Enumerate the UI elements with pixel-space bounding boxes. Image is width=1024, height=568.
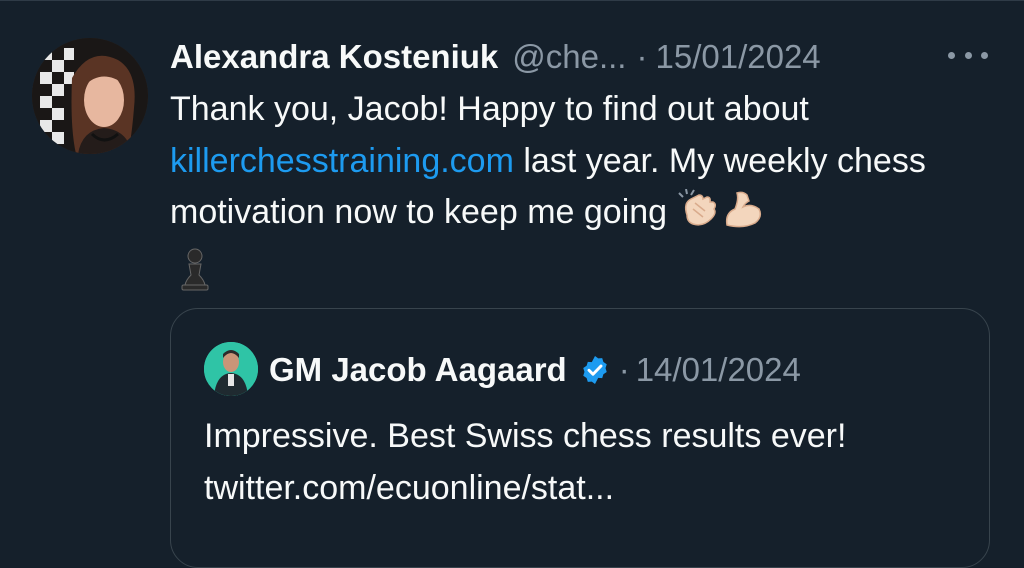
clapping-hands-icon — [677, 188, 721, 245]
quoted-tweet[interactable]: GM Jacob Aagaard · 14/01/2024 Impressive… — [170, 308, 990, 568]
tweet-date[interactable]: 15/01/2024 — [655, 38, 820, 76]
author-avatar[interactable] — [32, 38, 148, 154]
quoted-author-avatar[interactable] — [204, 342, 258, 396]
quoted-avatar-image — [204, 342, 258, 396]
flexed-biceps-icon — [721, 189, 765, 245]
author-handle[interactable]: @che... — [512, 38, 626, 76]
verified-badge-icon — [582, 356, 607, 384]
tweet-link[interactable]: killerchesstraining.com — [170, 142, 514, 180]
tweet-text: Thank you, Jacob! Happy to find out abou… — [170, 84, 990, 291]
quoted-tweet-date[interactable]: 14/01/2024 — [636, 351, 801, 389]
chess-pawn-icon — [181, 248, 209, 290]
author-name[interactable]: Alexandra Kosteniuk — [170, 38, 498, 76]
avatar-image — [32, 38, 148, 154]
quoted-tweet-text: Impressive. Best Swiss chess results eve… — [204, 417, 847, 507]
header-separator: · — [636, 38, 648, 75]
quoted-author-name[interactable]: GM Jacob Aagaard — [269, 351, 567, 389]
quoted-header-separator: · — [618, 351, 630, 388]
more-options-icon[interactable] — [948, 38, 988, 72]
tweet[interactable]: Alexandra Kosteniuk @che... · 15/01/2024… — [0, 0, 1024, 568]
tweet-text-part-1: Thank you, Jacob! Happy to find out abou… — [170, 90, 809, 128]
quoted-tweet-header: GM Jacob Aagaard · 14/01/2024 — [269, 345, 801, 395]
tweet-header: Alexandra Kosteniuk @che... · 15/01/2024 — [170, 33, 1000, 81]
